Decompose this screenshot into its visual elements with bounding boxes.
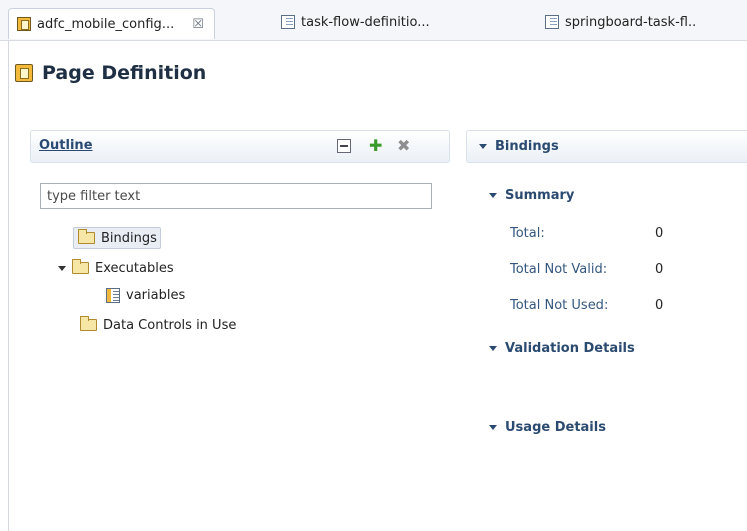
validation-details-toggle[interactable]: Validation Details xyxy=(489,341,635,356)
summary-value-not-used: 0 xyxy=(655,298,664,313)
tree-item-label: Executables xyxy=(95,260,174,276)
tree-item-executables[interactable]: Executables xyxy=(58,257,174,279)
editor-border xyxy=(8,40,9,531)
summary-label-total: Total: xyxy=(510,226,545,241)
editor-tab-bar: adfc_mobile_config... ☒ task-flow-defini… xyxy=(0,0,747,41)
tree-item-label: Data Controls in Use xyxy=(103,317,237,333)
folder-icon xyxy=(80,316,97,331)
delete-icon[interactable]: ✖ xyxy=(397,138,411,154)
outline-header: Outline ✚ ✖ xyxy=(30,130,450,163)
collapse-arrow-icon xyxy=(489,346,497,351)
bindings-title: Bindings xyxy=(495,139,559,154)
tree-item-variables[interactable]: variables xyxy=(106,284,185,306)
xml-file-icon xyxy=(545,15,559,29)
filter-input[interactable] xyxy=(40,183,432,209)
tab-label: task-flow-definitio... xyxy=(301,14,430,30)
page-title-text: Page Definition xyxy=(42,62,207,84)
tab-task-flow-definition[interactable]: task-flow-definitio... xyxy=(281,11,430,33)
close-icon[interactable]: ☒ xyxy=(192,17,204,32)
summary-value-total: 0 xyxy=(655,226,664,241)
variables-icon xyxy=(106,287,120,303)
usage-details-title: Usage Details xyxy=(505,420,606,435)
usage-details-toggle[interactable]: Usage Details xyxy=(489,420,606,435)
folder-icon xyxy=(78,229,95,244)
collapse-arrow-icon xyxy=(489,193,497,198)
expand-arrow-icon[interactable] xyxy=(58,265,66,271)
summary-label-not-used: Total Not Used: xyxy=(510,298,609,313)
page-definition-icon xyxy=(15,64,33,82)
tab-adfc-mobile-config[interactable]: adfc_mobile_config... ☒ xyxy=(8,8,215,39)
collapse-all-icon[interactable] xyxy=(337,139,351,153)
summary-title: Summary xyxy=(505,188,575,203)
tab-label: adfc_mobile_config... xyxy=(37,16,175,32)
collapse-arrow-icon xyxy=(479,144,487,149)
collapse-arrow-icon xyxy=(489,425,497,430)
bindings-header: Bindings xyxy=(466,130,747,163)
tab-label: springboard-task-fl.. xyxy=(565,14,697,30)
outline-title[interactable]: Outline xyxy=(39,138,93,153)
bindings-section-toggle[interactable]: Bindings xyxy=(479,139,559,154)
page-title: Page Definition xyxy=(15,62,206,84)
add-icon[interactable]: ✚ xyxy=(369,138,383,154)
selection-highlight: Bindings xyxy=(73,227,161,249)
summary-label-not-valid: Total Not Valid: xyxy=(510,262,608,277)
tab-springboard-task-flow[interactable]: springboard-task-fl.. xyxy=(545,11,696,33)
tree-item-label: variables xyxy=(126,287,186,303)
folder-icon xyxy=(72,259,89,274)
xml-file-icon xyxy=(281,15,295,29)
tree-item-bindings[interactable]: Bindings xyxy=(73,227,161,249)
tree-item-label: Bindings xyxy=(101,230,157,246)
validation-details-title: Validation Details xyxy=(505,341,635,356)
summary-section-toggle[interactable]: Summary xyxy=(489,188,574,203)
summary-value-not-valid: 0 xyxy=(655,262,664,277)
page-definition-icon xyxy=(17,17,31,31)
tree-item-data-controls[interactable]: Data Controls in Use xyxy=(80,314,236,336)
